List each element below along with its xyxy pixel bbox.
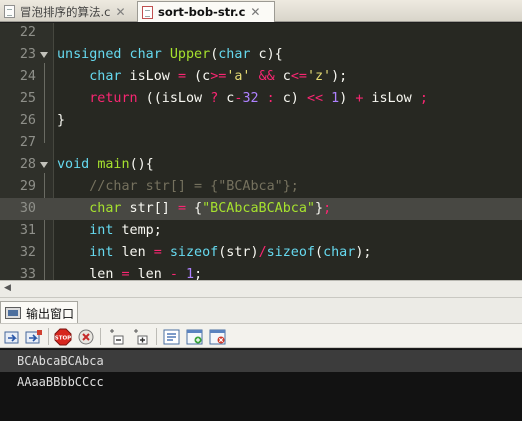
- prev-error-icon[interactable]: [106, 327, 126, 346]
- tab-label: 冒泡排序的算法.c: [20, 4, 111, 19]
- code-line[interactable]: 22: [0, 23, 522, 44]
- code-text: int len = sizeof(str)/sizeof(char);: [89, 245, 372, 260]
- code-text: char isLow = (c>='a' && c<='z');: [89, 69, 348, 84]
- tab-close-icon[interactable]: ✕: [250, 5, 260, 19]
- close-tab-icon[interactable]: [208, 327, 228, 346]
- line-number: 22: [19, 25, 36, 40]
- fold-toggle-icon[interactable]: [40, 52, 48, 58]
- code-line[interactable]: 25 return ((isLow ? c-32 : c) << 1) + is…: [0, 88, 522, 110]
- code-line[interactable]: 27: [0, 132, 522, 154]
- code-line[interactable]: 24 char isLow = (c>='a' && c<='z');: [0, 66, 522, 88]
- output-tab-bar: 输出窗口: [0, 297, 522, 324]
- line-number: 24: [19, 69, 36, 84]
- code-text: len = len - 1;: [57, 267, 203, 280]
- line-number: 29: [19, 179, 36, 194]
- scroll-left-arrow-icon[interactable]: ◀: [4, 283, 11, 293]
- line-number: 32: [19, 245, 36, 260]
- tab-sort-bob-str[interactable]: sort-bob-str.c ✕: [137, 1, 275, 22]
- line-number: 30: [19, 201, 36, 216]
- toolbar-separator: [48, 328, 49, 345]
- stop-icon[interactable]: STOP: [53, 327, 73, 346]
- line-number: 26: [19, 113, 36, 128]
- code-text: //char str[] = {"BCAbca"};: [89, 179, 299, 194]
- editor-tab-bar: 冒泡排序的算法.c ✕ sort-bob-str.c ✕: [0, 0, 522, 22]
- tab-label: sort-bob-str.c: [158, 5, 246, 19]
- output-line: BCAbcaBCAbca: [0, 350, 522, 372]
- code-line[interactable]: 29 //char str[] = {"BCAbca"};: [0, 176, 522, 198]
- code-line[interactable]: 33 len = len - 1;: [0, 264, 522, 280]
- c-file-icon: [142, 5, 153, 19]
- rerun-icon[interactable]: [3, 327, 23, 346]
- code-text: int temp;: [89, 223, 162, 238]
- output-console[interactable]: BCAbcaBCAbca AAaaBBbbCCcc: [0, 349, 522, 421]
- monitor-icon: [5, 307, 21, 319]
- line-number: 33: [19, 267, 36, 280]
- kill-icon[interactable]: [76, 327, 96, 346]
- code-text: unsigned char Upper(char c){: [57, 47, 283, 62]
- code-line[interactable]: 32 int len = sizeof(str)/sizeof(char);: [0, 242, 522, 264]
- editor-horizontal-scrollbar[interactable]: ◀: [0, 280, 522, 297]
- line-number: 23: [19, 47, 36, 62]
- c-file-icon: [4, 5, 15, 18]
- fold-toggle-icon[interactable]: [40, 162, 48, 168]
- line-number: 27: [19, 135, 36, 150]
- code-text: void main(){: [57, 157, 154, 172]
- rerun-alt-icon[interactable]: [24, 327, 44, 346]
- svg-text:STOP: STOP: [55, 335, 71, 341]
- line-number: 31: [19, 223, 36, 238]
- toolbar-separator: [100, 328, 101, 345]
- tab-output-window[interactable]: 输出窗口: [0, 301, 78, 324]
- line-number: 25: [19, 91, 36, 106]
- code-line[interactable]: 26}: [0, 110, 522, 132]
- code-text: char str[] = {"BCAbcaBCAbca"};: [89, 201, 332, 216]
- code-editor[interactable]: 22 23 unsigned char Upper(char c){ 24 char …: [0, 23, 522, 280]
- new-tab-icon[interactable]: [185, 327, 205, 346]
- output-tab-label: 输出窗口: [26, 306, 75, 321]
- code-line[interactable]: 30 char str[] = {"BCAbcaBCAbca"};: [0, 198, 522, 220]
- next-error-icon[interactable]: [130, 327, 150, 346]
- options-icon[interactable]: [162, 327, 182, 346]
- code-line[interactable]: 28 void main(){: [0, 154, 522, 176]
- line-number: 28: [19, 157, 36, 172]
- code-text: return ((isLow ? c-32 : c) << 1) + isLow…: [89, 91, 428, 106]
- code-text: }: [57, 113, 66, 128]
- tab-bubble-sort-file[interactable]: 冒泡排序的算法.c ✕: [0, 1, 134, 22]
- code-line[interactable]: 31 int temp;: [0, 220, 522, 242]
- code-line[interactable]: 23 unsigned char Upper(char c){: [0, 44, 522, 66]
- output-line: AAaaBBbbCCcc: [17, 375, 104, 389]
- toolbar-separator: [156, 328, 157, 345]
- tab-close-icon[interactable]: ✕: [115, 5, 125, 19]
- output-toolbar: STOP: [0, 323, 522, 348]
